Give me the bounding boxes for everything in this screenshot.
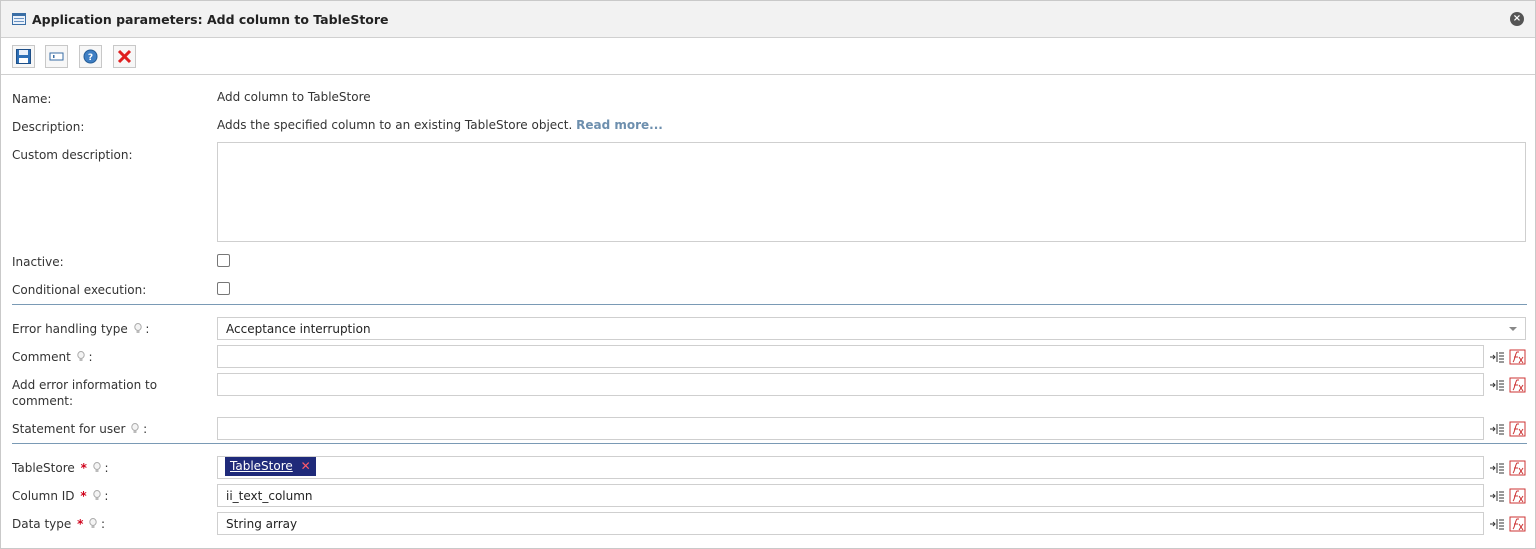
name-value: Add column to TableStore	[217, 90, 371, 104]
comment-input[interactable]	[217, 345, 1484, 368]
insert-variable-icon[interactable]	[1489, 489, 1505, 503]
red-x-icon	[117, 49, 132, 64]
colon: :	[104, 489, 109, 503]
custom-description-label: Custom description:	[12, 148, 133, 162]
column-id-label-text: Column ID	[12, 489, 75, 503]
tablestore-input[interactable]	[217, 456, 1484, 479]
lightbulb-icon	[76, 351, 85, 361]
error-handling-label-text: Error handling type	[12, 322, 128, 336]
description-value-row: Adds the specified column to an existing…	[217, 118, 663, 132]
lightbulb-icon	[92, 462, 101, 472]
function-editor-icon[interactable]	[1509, 377, 1526, 393]
statement-label: Statement for user :	[12, 421, 147, 437]
description-value: Adds the specified column to an existing…	[217, 118, 573, 132]
cancel-button[interactable]	[113, 45, 136, 68]
statement-label-text: Statement for user	[12, 422, 126, 436]
error-handling-label: Error handling type :	[12, 321, 149, 337]
dialog-window: Application parameters: Add column to Ta…	[0, 0, 1536, 549]
remove-tag-icon[interactable]: ✕	[301, 459, 311, 473]
text-field-icon	[49, 52, 64, 61]
column-id-value: ii_text_column	[226, 489, 313, 503]
statement-input[interactable]	[217, 417, 1484, 440]
chevron-down-icon	[1509, 327, 1517, 331]
data-type-label: Data type * :	[12, 516, 105, 532]
lightbulb-icon	[89, 518, 97, 528]
tablestore-tag-link[interactable]: TableStore	[230, 459, 293, 473]
function-editor-icon[interactable]	[1509, 488, 1526, 504]
insert-variable-icon[interactable]	[1489, 378, 1505, 392]
close-icon[interactable]: ×	[1510, 12, 1524, 26]
save-button[interactable]	[12, 45, 35, 68]
help-button[interactable]: ?	[79, 45, 102, 68]
data-type-label-text: Data type	[12, 517, 72, 531]
help-icon: ?	[83, 49, 98, 64]
insert-variable-icon[interactable]	[1489, 350, 1505, 364]
insert-variable-icon[interactable]	[1489, 517, 1505, 531]
insert-variable-icon[interactable]	[1489, 461, 1505, 475]
insert-variable-icon[interactable]	[1489, 422, 1505, 436]
column-id-input[interactable]: ii_text_column	[217, 484, 1484, 507]
column-id-label: Column ID * :	[12, 488, 108, 504]
lightbulb-icon	[92, 490, 101, 500]
section-separator	[12, 443, 1527, 444]
lightbulb-icon	[131, 423, 139, 433]
colon: :	[145, 322, 150, 336]
comment-label-text: Comment	[12, 350, 71, 364]
function-editor-icon[interactable]	[1509, 421, 1526, 437]
dialog-title: Application parameters: Add column to Ta…	[32, 12, 389, 27]
table-icon	[12, 13, 26, 25]
title-bar: Application parameters: Add column to Ta…	[1, 1, 1535, 38]
error-handling-select[interactable]: Acceptance interruption	[217, 317, 1526, 340]
lightbulb-icon	[133, 323, 142, 333]
error-handling-value: Acceptance interruption	[226, 322, 371, 336]
colon: :	[101, 517, 106, 531]
tablestore-tag: TableStore ✕	[225, 457, 316, 476]
description-label: Description:	[12, 120, 85, 134]
svg-text:?: ?	[88, 53, 93, 63]
inactive-checkbox[interactable]	[217, 254, 230, 267]
required-marker: *	[80, 489, 87, 503]
colon: :	[143, 422, 148, 436]
required-marker: *	[77, 517, 84, 531]
data-type-value: String array	[226, 517, 298, 531]
input-field-button[interactable]	[45, 45, 68, 68]
add-error-label: Add error information to comment:	[12, 378, 158, 408]
function-editor-icon[interactable]	[1509, 516, 1526, 532]
section-separator	[12, 304, 1527, 305]
add-error-input[interactable]	[217, 373, 1484, 396]
colon: :	[104, 461, 109, 475]
required-marker: *	[80, 461, 87, 475]
read-more-link[interactable]: Read more...	[576, 118, 663, 132]
conditional-execution-checkbox[interactable]	[217, 282, 230, 295]
tablestore-label-text: TableStore	[12, 461, 75, 475]
name-label: Name:	[12, 92, 52, 106]
colon: :	[88, 350, 93, 364]
tablestore-label: TableStore * :	[12, 460, 109, 476]
data-type-input[interactable]: String array	[217, 512, 1484, 535]
comment-label: Comment :	[12, 349, 93, 365]
custom-description-textarea[interactable]	[217, 142, 1526, 242]
function-editor-icon[interactable]	[1509, 349, 1526, 365]
floppy-disk-icon	[16, 49, 31, 64]
function-editor-icon[interactable]	[1509, 460, 1526, 476]
toolbar: ?	[1, 39, 1535, 75]
inactive-label: Inactive:	[12, 255, 64, 269]
conditional-execution-label: Conditional execution:	[12, 283, 147, 297]
